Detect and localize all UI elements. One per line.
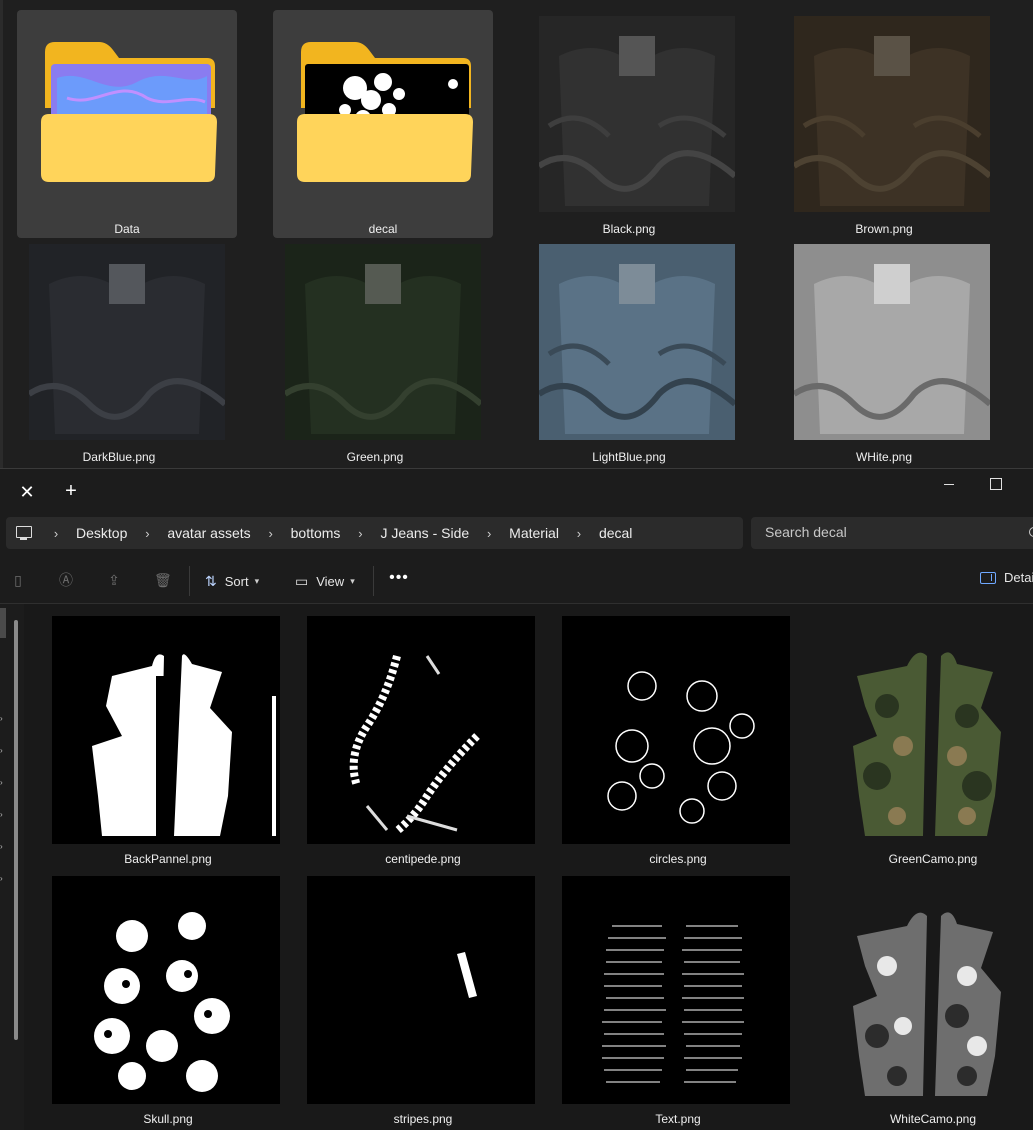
file-label: WhiteCamo.png [889, 1112, 977, 1126]
image-thumbnail [817, 616, 1033, 844]
file-label: WHite.png [855, 450, 913, 464]
expand-arrow-icon[interactable]: › [0, 842, 6, 851]
expand-arrow-icon[interactable]: › [0, 874, 6, 883]
nav-scroll-thumb[interactable] [0, 608, 6, 638]
this-pc-icon[interactable] [16, 526, 32, 540]
more-options-button[interactable]: ••• [387, 570, 411, 592]
folder-label: Data [114, 222, 140, 236]
expand-arrow-icon[interactable]: › [0, 778, 6, 787]
chevron-right-icon[interactable]: › [354, 526, 366, 541]
image-thumbnail [817, 876, 1033, 1104]
texture-thumbnail [539, 16, 735, 212]
texture-thumbnail [794, 16, 990, 212]
sort-button[interactable]: ⇅ Sort ▾ [205, 570, 259, 592]
rename-icon[interactable]: Ⓐ [58, 572, 74, 588]
minimize-button[interactable] [937, 475, 961, 495]
close-icon[interactable]: ✕ [14, 480, 40, 504]
file-darkblue-png[interactable]: DarkBlue.png [9, 238, 229, 466]
breadcrumb-j-jeans-side[interactable]: J Jeans - Side [370, 525, 479, 541]
search-box [751, 517, 1033, 549]
breadcrumb[interactable]: › Desktop › avatar assets › bottoms › J … [6, 517, 743, 549]
view-label: View [316, 573, 345, 589]
file-stripes-png[interactable]: stripes.png [279, 864, 535, 1126]
share-icon[interactable]: ⇪ [106, 572, 122, 588]
details-label: Details [1004, 570, 1033, 585]
breadcrumb-decal[interactable]: decal [589, 525, 642, 541]
file-label: DarkBlue.png [82, 450, 156, 464]
file-label: Brown.png [855, 222, 913, 236]
toolbar-divider [189, 566, 190, 596]
texture-thumbnail [794, 244, 990, 440]
file-green-png[interactable]: Green.png [265, 238, 485, 466]
chevron-right-icon[interactable]: › [141, 526, 153, 541]
chevron-down-icon: ▾ [350, 575, 355, 586]
sort-label: Sort [224, 573, 249, 589]
file-backpannel-png[interactable]: BackPannel.png [24, 604, 280, 866]
breadcrumb-avatar-assets[interactable]: avatar assets [157, 525, 260, 541]
texture-thumbnail [29, 244, 225, 440]
file-explorer-window: ✕ + › Desktop › avatar assets › bottoms … [0, 468, 1033, 1130]
texture-thumbnail [539, 244, 735, 440]
breadcrumb-material[interactable]: Material [499, 525, 569, 541]
file-brown-png[interactable]: Brown.png [774, 10, 994, 238]
image-thumbnail [307, 876, 535, 1104]
expand-arrow-icon[interactable]: › [0, 714, 6, 723]
image-thumbnail [562, 876, 790, 1104]
chevron-down-icon: ▾ [254, 575, 260, 586]
file-text-png[interactable]: Text.png [534, 864, 790, 1126]
maximize-button[interactable] [987, 475, 1003, 491]
nav-scrollbar[interactable] [14, 620, 18, 1040]
expand-arrow-icon[interactable]: › [0, 810, 6, 819]
delete-icon[interactable]: 🗑 [154, 572, 172, 588]
file-label: Black.png [602, 222, 656, 236]
file-skull-png[interactable]: Skull.png [24, 864, 280, 1126]
file-white-png[interactable]: WHite.png [774, 238, 994, 466]
file-label: LightBlue.png [592, 450, 666, 464]
search-input[interactable] [765, 524, 1015, 540]
file-centipede-png[interactable]: centipede.png [279, 604, 535, 866]
chevron-right-icon[interactable]: › [50, 526, 62, 541]
command-bar: ▯ Ⓐ ⇪ 🗑 ⇅ Sort ▾ ▭ View ▾ ••• Details [0, 558, 1033, 604]
navigation-pane: › › › › › › [0, 604, 24, 1130]
file-lightblue-png[interactable]: LightBlue.png [519, 238, 739, 466]
title-bar: ✕ + [0, 469, 1033, 514]
address-bar: › Desktop › avatar assets › bottoms › J … [0, 514, 1033, 558]
image-thumbnail [562, 616, 790, 844]
breadcrumb-bottoms[interactable]: bottoms [281, 525, 351, 541]
sort-icon: ⇅ [205, 572, 217, 589]
toolbar-divider [373, 566, 374, 596]
folder-label: decal [368, 222, 398, 236]
breadcrumb-desktop[interactable]: Desktop [66, 525, 137, 541]
expand-arrow-icon[interactable]: › [0, 746, 6, 755]
background-explorer-window: Data decal Black.png Brown.png DarkBlue.… [0, 0, 1033, 468]
image-thumbnail [52, 876, 280, 1104]
view-button[interactable]: ▭ View ▾ [295, 570, 355, 592]
search-icon[interactable] [1029, 527, 1033, 537]
folder-data[interactable]: Data [17, 10, 237, 238]
chevron-right-icon[interactable]: › [483, 526, 495, 541]
image-thumbnail [307, 616, 535, 844]
file-whitecamo-png[interactable]: WhiteCamo.png [789, 864, 1033, 1126]
file-label: Text.png [655, 1112, 701, 1126]
file-label: Skull.png [143, 1112, 193, 1126]
file-greencamo-png[interactable]: GreenCamo.png [789, 604, 1033, 866]
image-thumbnail [52, 616, 280, 844]
file-label: Green.png [346, 450, 404, 464]
file-circles-png[interactable]: circles.png [534, 604, 790, 866]
file-black-png[interactable]: Black.png [519, 10, 739, 238]
view-icon: ▭ [295, 572, 309, 589]
chevron-right-icon[interactable]: › [265, 526, 277, 541]
file-label: stripes.png [393, 1112, 453, 1126]
folder-decal[interactable]: decal [273, 10, 493, 238]
details-pane-icon [980, 571, 996, 584]
plus-icon[interactable]: + [58, 480, 84, 504]
texture-thumbnail [285, 244, 481, 440]
file-grid: BackPannel.png centipede.png circles.png… [24, 604, 1033, 1130]
folder-icon [293, 38, 475, 184]
folder-icon [37, 38, 219, 184]
paste-icon[interactable]: ▯ [10, 572, 26, 588]
chevron-right-icon[interactable]: › [573, 526, 585, 541]
details-pane-button[interactable]: Details [980, 570, 1033, 585]
